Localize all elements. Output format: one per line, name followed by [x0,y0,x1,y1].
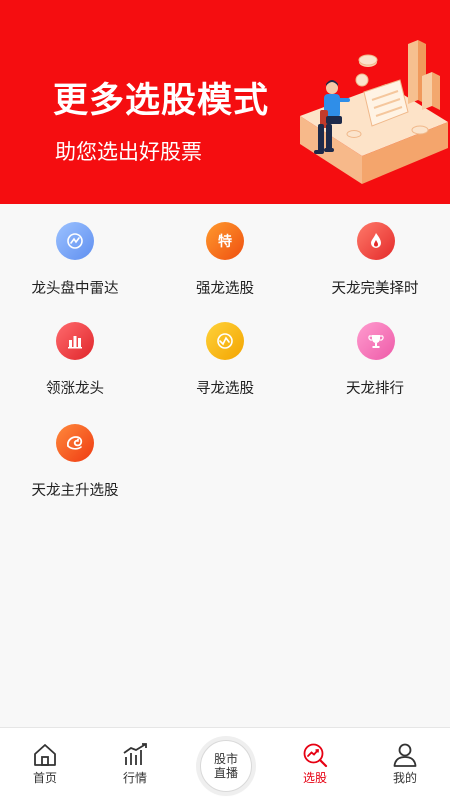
dragon-icon [56,424,94,462]
feature-perfect-timing[interactable]: 天龙完美择时 [300,204,450,300]
nav-profile[interactable]: 我的 [360,728,450,800]
nav-label: 行情 [122,771,147,785]
svg-text:特: 特 [218,233,232,250]
promo-banner[interactable]: 更多选股模式 助您选出好股票 [0,0,450,204]
live-stream-line1: 股市 [213,752,238,766]
nav-label: 我的 [392,771,417,785]
stock-pick-icon [303,743,328,768]
market-chart-icon [123,743,147,765]
profile-icon [393,743,417,767]
feature-label: 领涨龙头 [46,381,104,397]
live-stream-button[interactable]: 股市 直播 [200,740,252,792]
feature-strong-dragon[interactable]: 特 强龙选股 [150,204,300,300]
nav-market[interactable]: 行情 [90,728,180,800]
special-tag-icon: 特 [206,222,244,260]
feature-label: 天龙排行 [346,381,404,397]
feature-dragon-radar[interactable]: 龙头盘中雷达 [0,204,150,300]
feature-label: 寻龙选股 [196,381,254,397]
feature-label: 天龙完美择时 [331,281,419,297]
feature-label: 强龙选股 [196,281,254,297]
feature-label: 龙头盘中雷达 [31,281,119,297]
feature-dragon-main-rise[interactable]: 天龙主升选股 [0,406,150,502]
radar-icon [56,222,94,260]
bar-chart-icon [56,322,94,360]
fire-drop-icon [357,222,395,260]
feature-leading-dragon[interactable]: 领涨龙头 [0,304,150,400]
live-stream-line2: 直播 [213,766,238,780]
trophy-icon [357,322,395,360]
wave-icon [206,322,244,360]
nav-label: 选股 [302,771,327,785]
nav-label: 首页 [32,771,57,785]
feature-label: 天龙主升选股 [31,483,119,499]
banner-title: 更多选股模式 [53,81,270,121]
stock-analyst-illustration [300,40,448,184]
nav-stock-pick[interactable]: 选股 [270,728,360,800]
banner-subtitle: 助您选出好股票 [55,140,202,164]
feature-dragon-ranking[interactable]: 天龙排行 [300,304,450,400]
home-icon [34,744,56,766]
nav-home[interactable]: 首页 [0,728,90,800]
feature-seek-dragon[interactable]: 寻龙选股 [150,304,300,400]
